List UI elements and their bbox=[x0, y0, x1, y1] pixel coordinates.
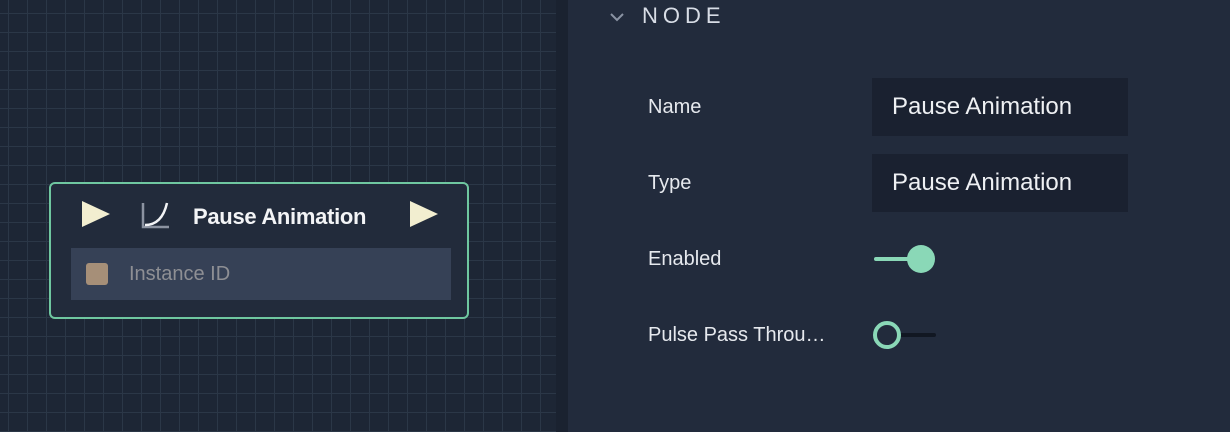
enabled-label: Enabled bbox=[648, 248, 722, 270]
node-title: Pause Animation bbox=[193, 204, 367, 229]
properties-panel: NODE Name Pause Animation Type Pause Ani… bbox=[568, 0, 1230, 432]
instance-id-label: Instance ID bbox=[129, 263, 231, 285]
panel-divider[interactable] bbox=[556, 0, 568, 432]
section-title[interactable]: NODE bbox=[642, 3, 726, 29]
pulse-pass-through-toggle[interactable] bbox=[872, 320, 938, 350]
instance-id-pin-icon[interactable] bbox=[86, 263, 108, 285]
pause-animation-node[interactable]: Pause Animation Instance ID bbox=[49, 182, 469, 319]
name-field[interactable]: Pause Animation bbox=[872, 78, 1128, 136]
type-field: Pause Animation bbox=[872, 154, 1128, 212]
type-label: Type bbox=[648, 172, 692, 194]
chevron-down-icon[interactable] bbox=[608, 8, 626, 26]
node-graph-canvas[interactable]: Pause Animation Instance ID bbox=[0, 0, 556, 432]
node-header: Pause Animation bbox=[51, 184, 467, 248]
name-label: Name bbox=[648, 96, 702, 118]
enabled-toggle[interactable] bbox=[872, 244, 938, 274]
instance-id-row: Instance ID bbox=[71, 248, 451, 300]
curve-icon bbox=[141, 202, 169, 229]
enabled-toggle-knob[interactable] bbox=[907, 245, 935, 273]
pulse-pass-through-label: Pulse Pass Throu… bbox=[648, 324, 826, 346]
pulse-toggle-knob[interactable] bbox=[873, 321, 901, 349]
play-output-icon[interactable] bbox=[410, 201, 438, 227]
play-input-icon[interactable] bbox=[82, 201, 110, 227]
